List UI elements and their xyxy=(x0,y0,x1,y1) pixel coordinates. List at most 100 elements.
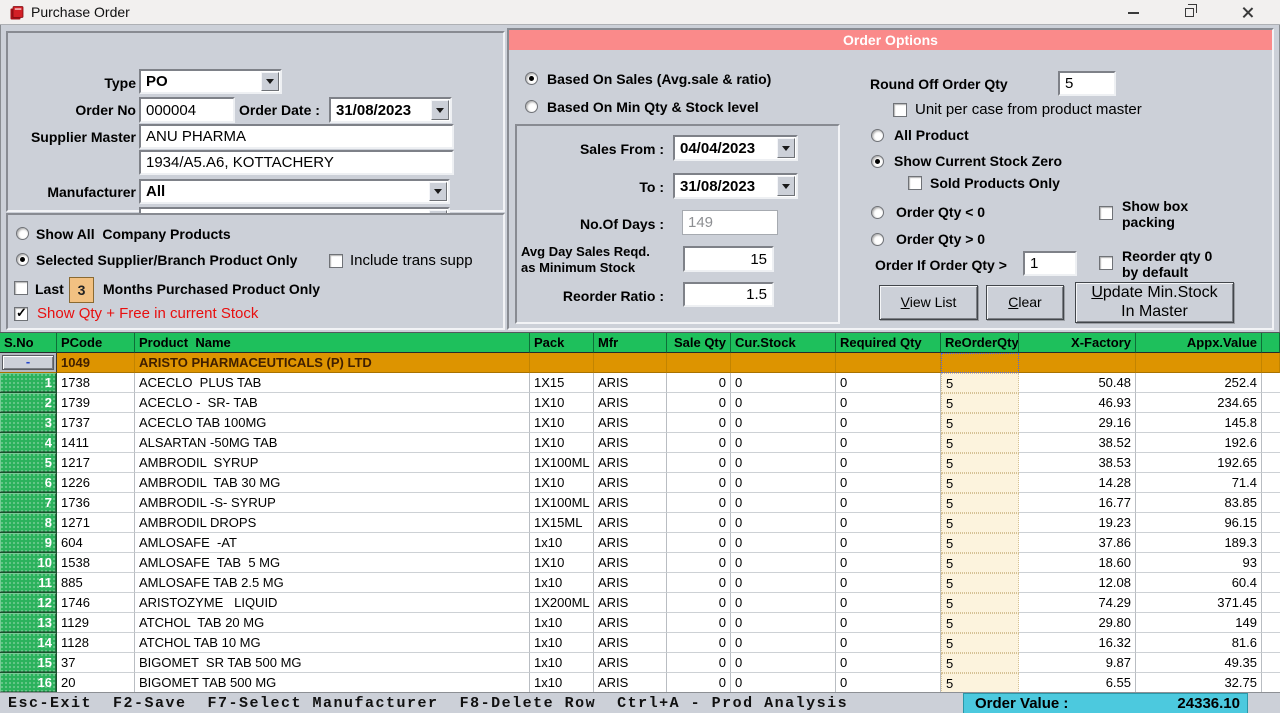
show-all-label[interactable]: Show All Company Products xyxy=(36,226,231,242)
cell-product-name[interactable]: ATCHOL TAB 20 MG xyxy=(135,613,530,633)
include-trans-checkbox[interactable] xyxy=(329,254,343,268)
cell-sale-qty[interactable]: 0 xyxy=(667,393,731,413)
cell-product-name[interactable]: ATCHOL TAB 10 MG xyxy=(135,633,530,653)
cell-pack[interactable]: 1X100ML xyxy=(530,493,594,513)
cell-pack[interactable]: 1X200ML xyxy=(530,593,594,613)
months-purchased-label[interactable]: Months Purchased Product Only xyxy=(103,281,320,297)
based-on-sales-label[interactable]: Based On Sales (Avg.sale & ratio) xyxy=(547,71,771,87)
cell-sno[interactable]: 9 xyxy=(0,533,57,553)
cell-product-name[interactable]: BIGOMET SR TAB 500 MG xyxy=(135,653,530,673)
cell-mfr[interactable]: ARIS xyxy=(594,533,667,553)
cell-x-factory[interactable]: 74.29 xyxy=(1019,593,1136,613)
col-header-required-qty[interactable]: Required Qty xyxy=(836,333,941,353)
cell-sale-qty[interactable]: 0 xyxy=(667,593,731,613)
cell-spacer[interactable] xyxy=(1262,653,1280,673)
cell-x-factory[interactable]: 12.08 xyxy=(1019,573,1136,593)
last-months-input[interactable]: 3 xyxy=(69,277,94,303)
last-label[interactable]: Last xyxy=(35,281,64,297)
cell-sale-qty[interactable]: 0 xyxy=(667,673,731,693)
cell-product-name[interactable]: AMBRODIL TAB 30 MG xyxy=(135,473,530,493)
sales-from-combo[interactable]: 04/04/2023 xyxy=(673,135,798,161)
all-product-label[interactable]: All Product xyxy=(894,127,969,143)
cell-x-factory[interactable]: 14.28 xyxy=(1019,473,1136,493)
sales-to-combo[interactable]: 31/08/2023 xyxy=(673,173,798,199)
cell-mfr[interactable]: ARIS xyxy=(594,553,667,573)
cell-reorder-qty[interactable]: 5 xyxy=(941,653,1019,673)
cell-mfr[interactable]: ARIS xyxy=(594,493,667,513)
cell-spacer[interactable] xyxy=(1262,393,1280,413)
cell-reorder-qty[interactable]: 5 xyxy=(941,673,1019,693)
cell-appx-value[interactable]: 192.65 xyxy=(1136,453,1262,473)
update-min-stock-button[interactable]: Update Min.Stock In Master xyxy=(1075,282,1234,323)
cell-spacer[interactable] xyxy=(1262,593,1280,613)
view-list-button[interactable]: View List xyxy=(879,285,978,320)
cell-required-qty[interactable] xyxy=(836,353,941,373)
cell-mfr[interactable]: ARIS xyxy=(594,373,667,393)
cell-product-name[interactable]: ACECLO PLUS TAB xyxy=(135,373,530,393)
col-header-mfr[interactable]: Mfr xyxy=(594,333,667,353)
sold-products-checkbox[interactable] xyxy=(908,176,922,190)
cell-cur-stock[interactable]: 0 xyxy=(731,653,836,673)
cell-sale-qty[interactable]: 0 xyxy=(667,533,731,553)
chevron-down-icon[interactable] xyxy=(777,138,795,158)
col-header-sno[interactable]: S.No xyxy=(0,333,57,353)
cell-product-name[interactable]: ACECLO - SR- TAB xyxy=(135,393,530,413)
cell-spacer[interactable] xyxy=(1262,413,1280,433)
cell-sno[interactable]: 14 xyxy=(0,633,57,653)
qty-lt-zero-label[interactable]: Order Qty < 0 xyxy=(896,204,985,220)
cell-reorder-qty[interactable]: 5 xyxy=(941,393,1019,413)
cell-sno[interactable]: 1 xyxy=(0,373,57,393)
cell-pack[interactable]: 1x10 xyxy=(530,573,594,593)
cell-product-name[interactable]: BIGOMET TAB 500 MG xyxy=(135,673,530,693)
cell-mfr[interactable]: ARIS xyxy=(594,673,667,693)
cell-pcode[interactable]: 1128 xyxy=(57,633,135,653)
cell-spacer[interactable] xyxy=(1262,573,1280,593)
cell-cur-stock[interactable]: 0 xyxy=(731,513,836,533)
cell-cur-stock[interactable] xyxy=(731,353,836,373)
cell-appx-value[interactable]: 96.15 xyxy=(1136,513,1262,533)
cell-sale-qty[interactable]: 0 xyxy=(667,373,731,393)
cell-required-qty[interactable]: 0 xyxy=(836,653,941,673)
cell-x-factory[interactable]: 19.23 xyxy=(1019,513,1136,533)
cell-pcode[interactable]: 1746 xyxy=(57,593,135,613)
cell-pcode[interactable]: 604 xyxy=(57,533,135,553)
cell-sale-qty[interactable]: 0 xyxy=(667,553,731,573)
cell-x-factory[interactable]: 38.53 xyxy=(1019,453,1136,473)
cell-required-qty[interactable]: 0 xyxy=(836,613,941,633)
cell-cur-stock[interactable]: 0 xyxy=(731,673,836,693)
cell-appx-value[interactable]: 49.35 xyxy=(1136,653,1262,673)
cell-cur-stock[interactable]: 0 xyxy=(731,433,836,453)
cell-sale-qty[interactable]: 0 xyxy=(667,513,731,533)
focused-cell-reorder-qty[interactable] xyxy=(941,353,1019,373)
stock-zero-radio[interactable] xyxy=(871,155,884,168)
round-off-input[interactable]: 5 xyxy=(1058,71,1116,96)
chevron-down-icon[interactable] xyxy=(261,72,279,91)
cell-sno[interactable]: 3 xyxy=(0,413,57,433)
chevron-down-icon[interactable] xyxy=(429,182,447,201)
cell-reorder-qty[interactable]: 5 xyxy=(941,493,1019,513)
cell-mfr[interactable]: ARIS xyxy=(594,453,667,473)
reorder-qty0-label-1[interactable]: Reorder qty 0 xyxy=(1122,248,1212,264)
cell-pack[interactable]: 1X10 xyxy=(530,433,594,453)
based-on-sales-radio[interactable] xyxy=(525,72,538,85)
cell-pack[interactable]: 1x10 xyxy=(530,533,594,553)
cell-pcode[interactable]: 1129 xyxy=(57,613,135,633)
cell-product-name[interactable]: ARISTO PHARMACEUTICALS (P) LTD xyxy=(135,353,530,373)
cell-reorder-qty[interactable]: 5 xyxy=(941,473,1019,493)
cell-product-name[interactable]: AMLOSAFE TAB 2.5 MG xyxy=(135,573,530,593)
order-no-input[interactable]: 000004 xyxy=(139,97,235,123)
restore-button[interactable] xyxy=(1166,0,1212,25)
cell-cur-stock[interactable]: 0 xyxy=(731,373,836,393)
cell-cur-stock[interactable]: 0 xyxy=(731,533,836,553)
show-all-radio[interactable] xyxy=(16,227,29,240)
cell-spacer[interactable] xyxy=(1262,453,1280,473)
cell-x-factory[interactable]: 46.93 xyxy=(1019,393,1136,413)
based-on-minqty-label[interactable]: Based On Min Qty & Stock level xyxy=(547,99,759,115)
cell-required-qty[interactable]: 0 xyxy=(836,533,941,553)
include-trans-label[interactable]: Include trans supp xyxy=(350,253,473,269)
cell-pack[interactable]: 1X15 xyxy=(530,373,594,393)
cell-pack[interactable]: 1x10 xyxy=(530,613,594,633)
chevron-down-icon[interactable] xyxy=(777,176,795,196)
cell-pack[interactable]: 1X15ML xyxy=(530,513,594,533)
cell-reorder-qty[interactable]: 5 xyxy=(941,553,1019,573)
